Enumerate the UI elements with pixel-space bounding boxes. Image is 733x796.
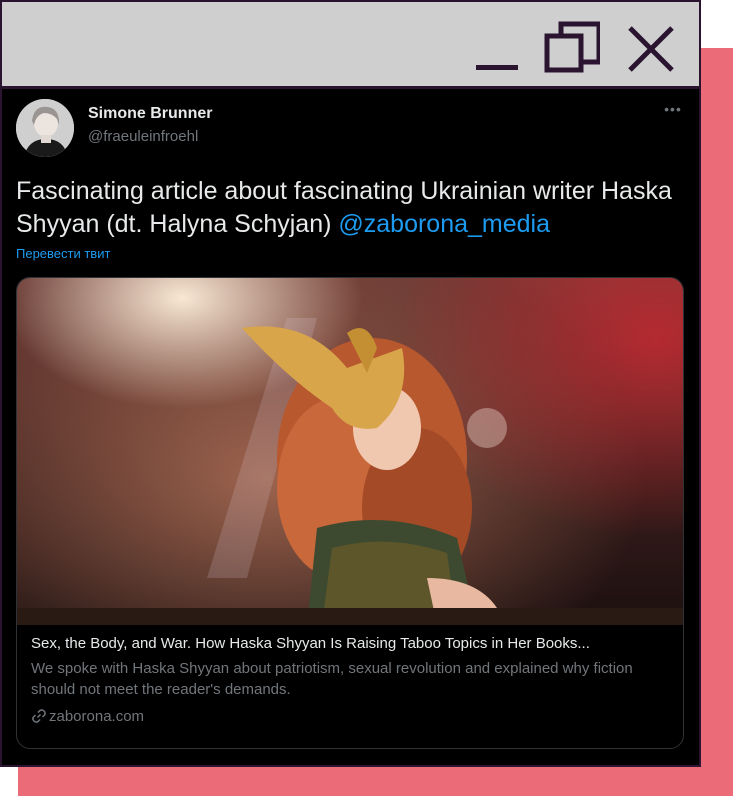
mention-link[interactable]: @zaborona_media <box>338 210 550 238</box>
close-icon <box>628 26 674 72</box>
card-domain-text: zaborona.com <box>49 708 145 725</box>
link-card[interactable]: Sex, the Body, and War. How Haska Shyyan… <box>16 277 684 749</box>
avatar[interactable] <box>16 99 74 157</box>
card-domain[interactable]: zaborona.com <box>31 708 144 728</box>
close-button[interactable] <box>624 20 680 76</box>
link-icon <box>31 708 47 728</box>
translate-tweet-link[interactable]: Перевести твит <box>16 246 110 261</box>
article-photo-icon <box>17 318 683 625</box>
minimize-button[interactable] <box>472 20 528 76</box>
restore-button[interactable] <box>544 20 600 76</box>
tweet-text: Fascinating article about fascinating Uk… <box>16 175 686 241</box>
title-bar <box>2 2 699 89</box>
author-name[interactable]: Simone Brunner <box>88 105 212 123</box>
minimize-icon <box>476 65 518 70</box>
tweet: Simone Brunner @fraeuleinfroehl ••• Fasc… <box>2 89 699 765</box>
card-image[interactable] <box>17 278 683 625</box>
card-description: We spoke with Haska Shyyan about patriot… <box>31 660 633 698</box>
app-window: Simone Brunner @fraeuleinfroehl ••• Fasc… <box>0 0 701 767</box>
card-title[interactable]: Sex, the Body, and War. How Haska Shyyan… <box>31 635 671 652</box>
author-handle[interactable]: @fraeuleinfroehl <box>88 128 198 145</box>
restore-icon <box>544 21 600 73</box>
more-options-button[interactable]: ••• <box>660 101 686 121</box>
profile-photo-icon <box>16 99 74 157</box>
